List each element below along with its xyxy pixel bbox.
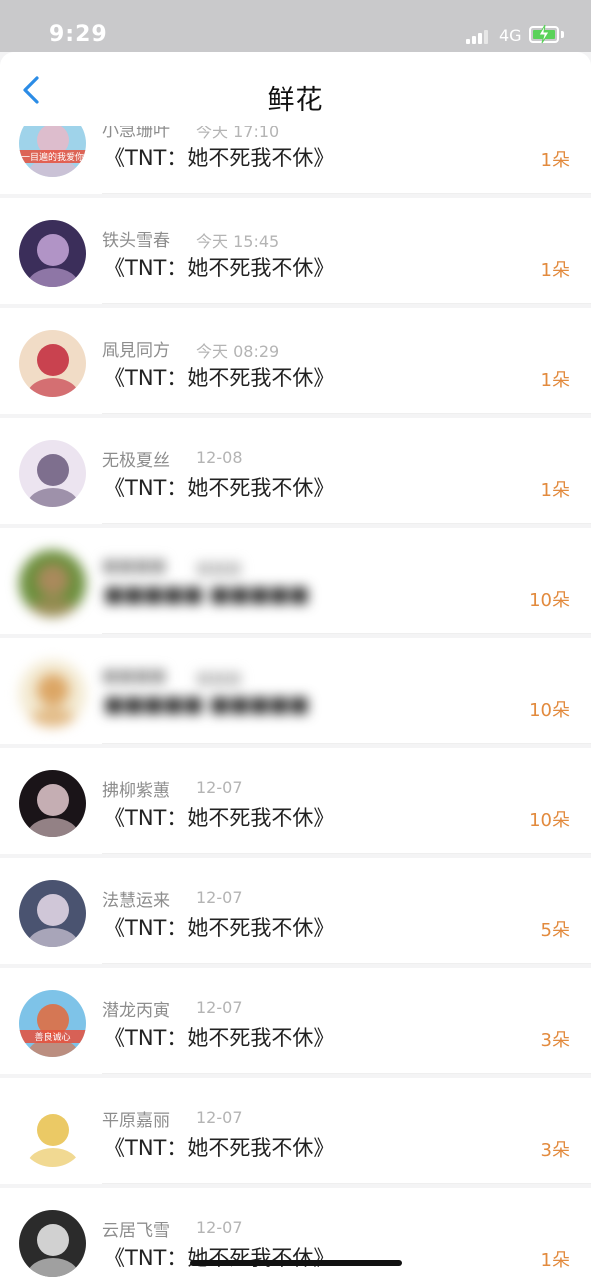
row-divider (102, 1183, 591, 1184)
signal-icon (466, 30, 488, 44)
avatar[interactable] (19, 880, 86, 947)
sender-name: 铁头雪春 (102, 231, 170, 251)
list-item[interactable]: 平原嘉丽 12-07 《TNT：她不死我不休》 3朵 (0, 1078, 591, 1184)
flower-count: 3朵 (540, 1030, 570, 1051)
row-divider (102, 853, 591, 854)
list-item[interactable]: ■■■■ ■■■ ■■■■■ ■■■■■ 10朵 (0, 638, 591, 744)
sender-name: 云居飞雪 (102, 1221, 170, 1241)
send-time: 12-07 (196, 778, 243, 797)
row-divider (102, 523, 591, 524)
send-time: 今天 15:45 (196, 232, 280, 251)
send-time: 12-07 (196, 888, 243, 907)
flower-count: 5朵 (540, 920, 570, 941)
status-time: 9:29 (49, 22, 108, 47)
page-title: 鲜花 (267, 85, 324, 116)
send-time: 12-07 (196, 1218, 243, 1237)
row-divider (102, 193, 591, 194)
row-divider (102, 1073, 591, 1074)
avatar[interactable] (19, 660, 86, 727)
flower-record-list[interactable]: 一目遍的我爱你 小急珊叶 今天 17:10 《TNT：她不死我不休》 1朵 铁头雪春 今天 … (0, 126, 591, 1280)
sender-name: 潜龙丙寅 (102, 1001, 170, 1021)
list-item[interactable]: 凮見同方 今天 08:29 《TNT：她不死我不休》 1朵 (0, 308, 591, 414)
avatar-caption: 一目遍的我爱你 (19, 150, 86, 163)
list-item[interactable]: 法慧运来 12-07 《TNT：她不死我不休》 5朵 (0, 858, 591, 964)
list-item[interactable]: 拂柳紫蕙 12-07 《TNT：她不死我不休》 10朵 (0, 748, 591, 854)
flower-count: 1朵 (540, 260, 570, 281)
book-title: 《TNT：她不死我不休》 (104, 146, 335, 170)
avatar[interactable]: 善良诚心 (19, 990, 86, 1057)
flower-count: 10朵 (529, 700, 570, 721)
sender-name: 平原嘉丽 (102, 1111, 170, 1131)
book-title: 《TNT：她不死我不休》 (104, 806, 335, 830)
flower-count: 1朵 (540, 480, 570, 501)
list-item[interactable]: 铁头雪春 今天 15:45 《TNT：她不死我不休》 1朵 (0, 198, 591, 304)
avatar[interactable] (19, 220, 86, 287)
send-time: 今天 08:29 (196, 342, 280, 361)
charging-icon (538, 24, 550, 44)
flower-count: 10朵 (529, 590, 570, 611)
book-title: 《TNT：她不死我不休》 (104, 256, 335, 280)
book-title: ■■■■■ ■■■■■ (104, 582, 310, 606)
network-type: 4G (499, 26, 522, 45)
sender-name: 法慧运来 (102, 891, 170, 911)
row-divider (102, 413, 591, 414)
book-title: 《TNT：她不死我不休》 (104, 476, 335, 500)
avatar[interactable] (19, 1100, 86, 1167)
avatar[interactable] (19, 330, 86, 397)
list-item[interactable]: 无极夏丝 12-08 《TNT：她不死我不休》 1朵 (0, 418, 591, 524)
flower-count: 1朵 (540, 370, 570, 391)
home-indicator[interactable] (190, 1260, 402, 1266)
sender-name: ■■■■ (102, 556, 167, 576)
send-time: 12-07 (196, 1108, 243, 1127)
book-title: 《TNT：她不死我不休》 (104, 916, 335, 940)
send-time: ■■■ (196, 668, 242, 687)
row-divider (102, 633, 591, 634)
book-title: 《TNT：她不死我不休》 (104, 1136, 335, 1160)
flower-count: 3朵 (540, 1140, 570, 1161)
list-item[interactable]: 一目遍的我爱你 小急珊叶 今天 17:10 《TNT：她不死我不休》 1朵 (0, 126, 591, 194)
flower-count: 1朵 (540, 1250, 570, 1271)
book-title: 《TNT：她不死我不休》 (104, 1246, 335, 1270)
book-title: 《TNT：她不死我不休》 (104, 366, 335, 390)
row-divider (102, 743, 591, 744)
avatar-caption: 善良诚心 (19, 1030, 86, 1043)
send-time: 今天 17:10 (196, 126, 280, 141)
avatar[interactable] (19, 1210, 86, 1277)
avatar[interactable] (19, 770, 86, 837)
list-item[interactable]: 善良诚心 潜龙丙寅 12-07 《TNT：她不死我不休》 3朵 (0, 968, 591, 1074)
list-item[interactable]: ■■■■ ■■■ ■■■■■ ■■■■■ 10朵 (0, 528, 591, 634)
battery-cap (561, 31, 564, 38)
sender-name: 小急珊叶 (102, 126, 170, 141)
row-divider (102, 963, 591, 964)
nav-bar: 鲜花 (0, 52, 591, 126)
flower-count: 1朵 (540, 150, 570, 171)
book-title: ■■■■■ ■■■■■ (104, 692, 310, 716)
row-divider (102, 303, 591, 304)
book-title: 《TNT：她不死我不休》 (104, 1026, 335, 1050)
sender-name: 无极夏丝 (102, 451, 170, 471)
flower-count: 10朵 (529, 810, 570, 831)
send-time: 12-08 (196, 448, 243, 467)
status-bar: 9:29 4G (0, 0, 591, 52)
sender-name: ■■■■ (102, 666, 167, 686)
send-time: ■■■ (196, 558, 242, 577)
avatar[interactable]: 一目遍的我爱你 (19, 126, 86, 177)
sender-name: 凮見同方 (102, 341, 170, 361)
avatar[interactable] (19, 550, 86, 617)
send-time: 12-07 (196, 998, 243, 1017)
avatar[interactable] (19, 440, 86, 507)
list-item[interactable]: 云居飞雪 12-07 《TNT：她不死我不休》 1朵 (0, 1188, 591, 1280)
sender-name: 拂柳紫蕙 (102, 781, 170, 801)
